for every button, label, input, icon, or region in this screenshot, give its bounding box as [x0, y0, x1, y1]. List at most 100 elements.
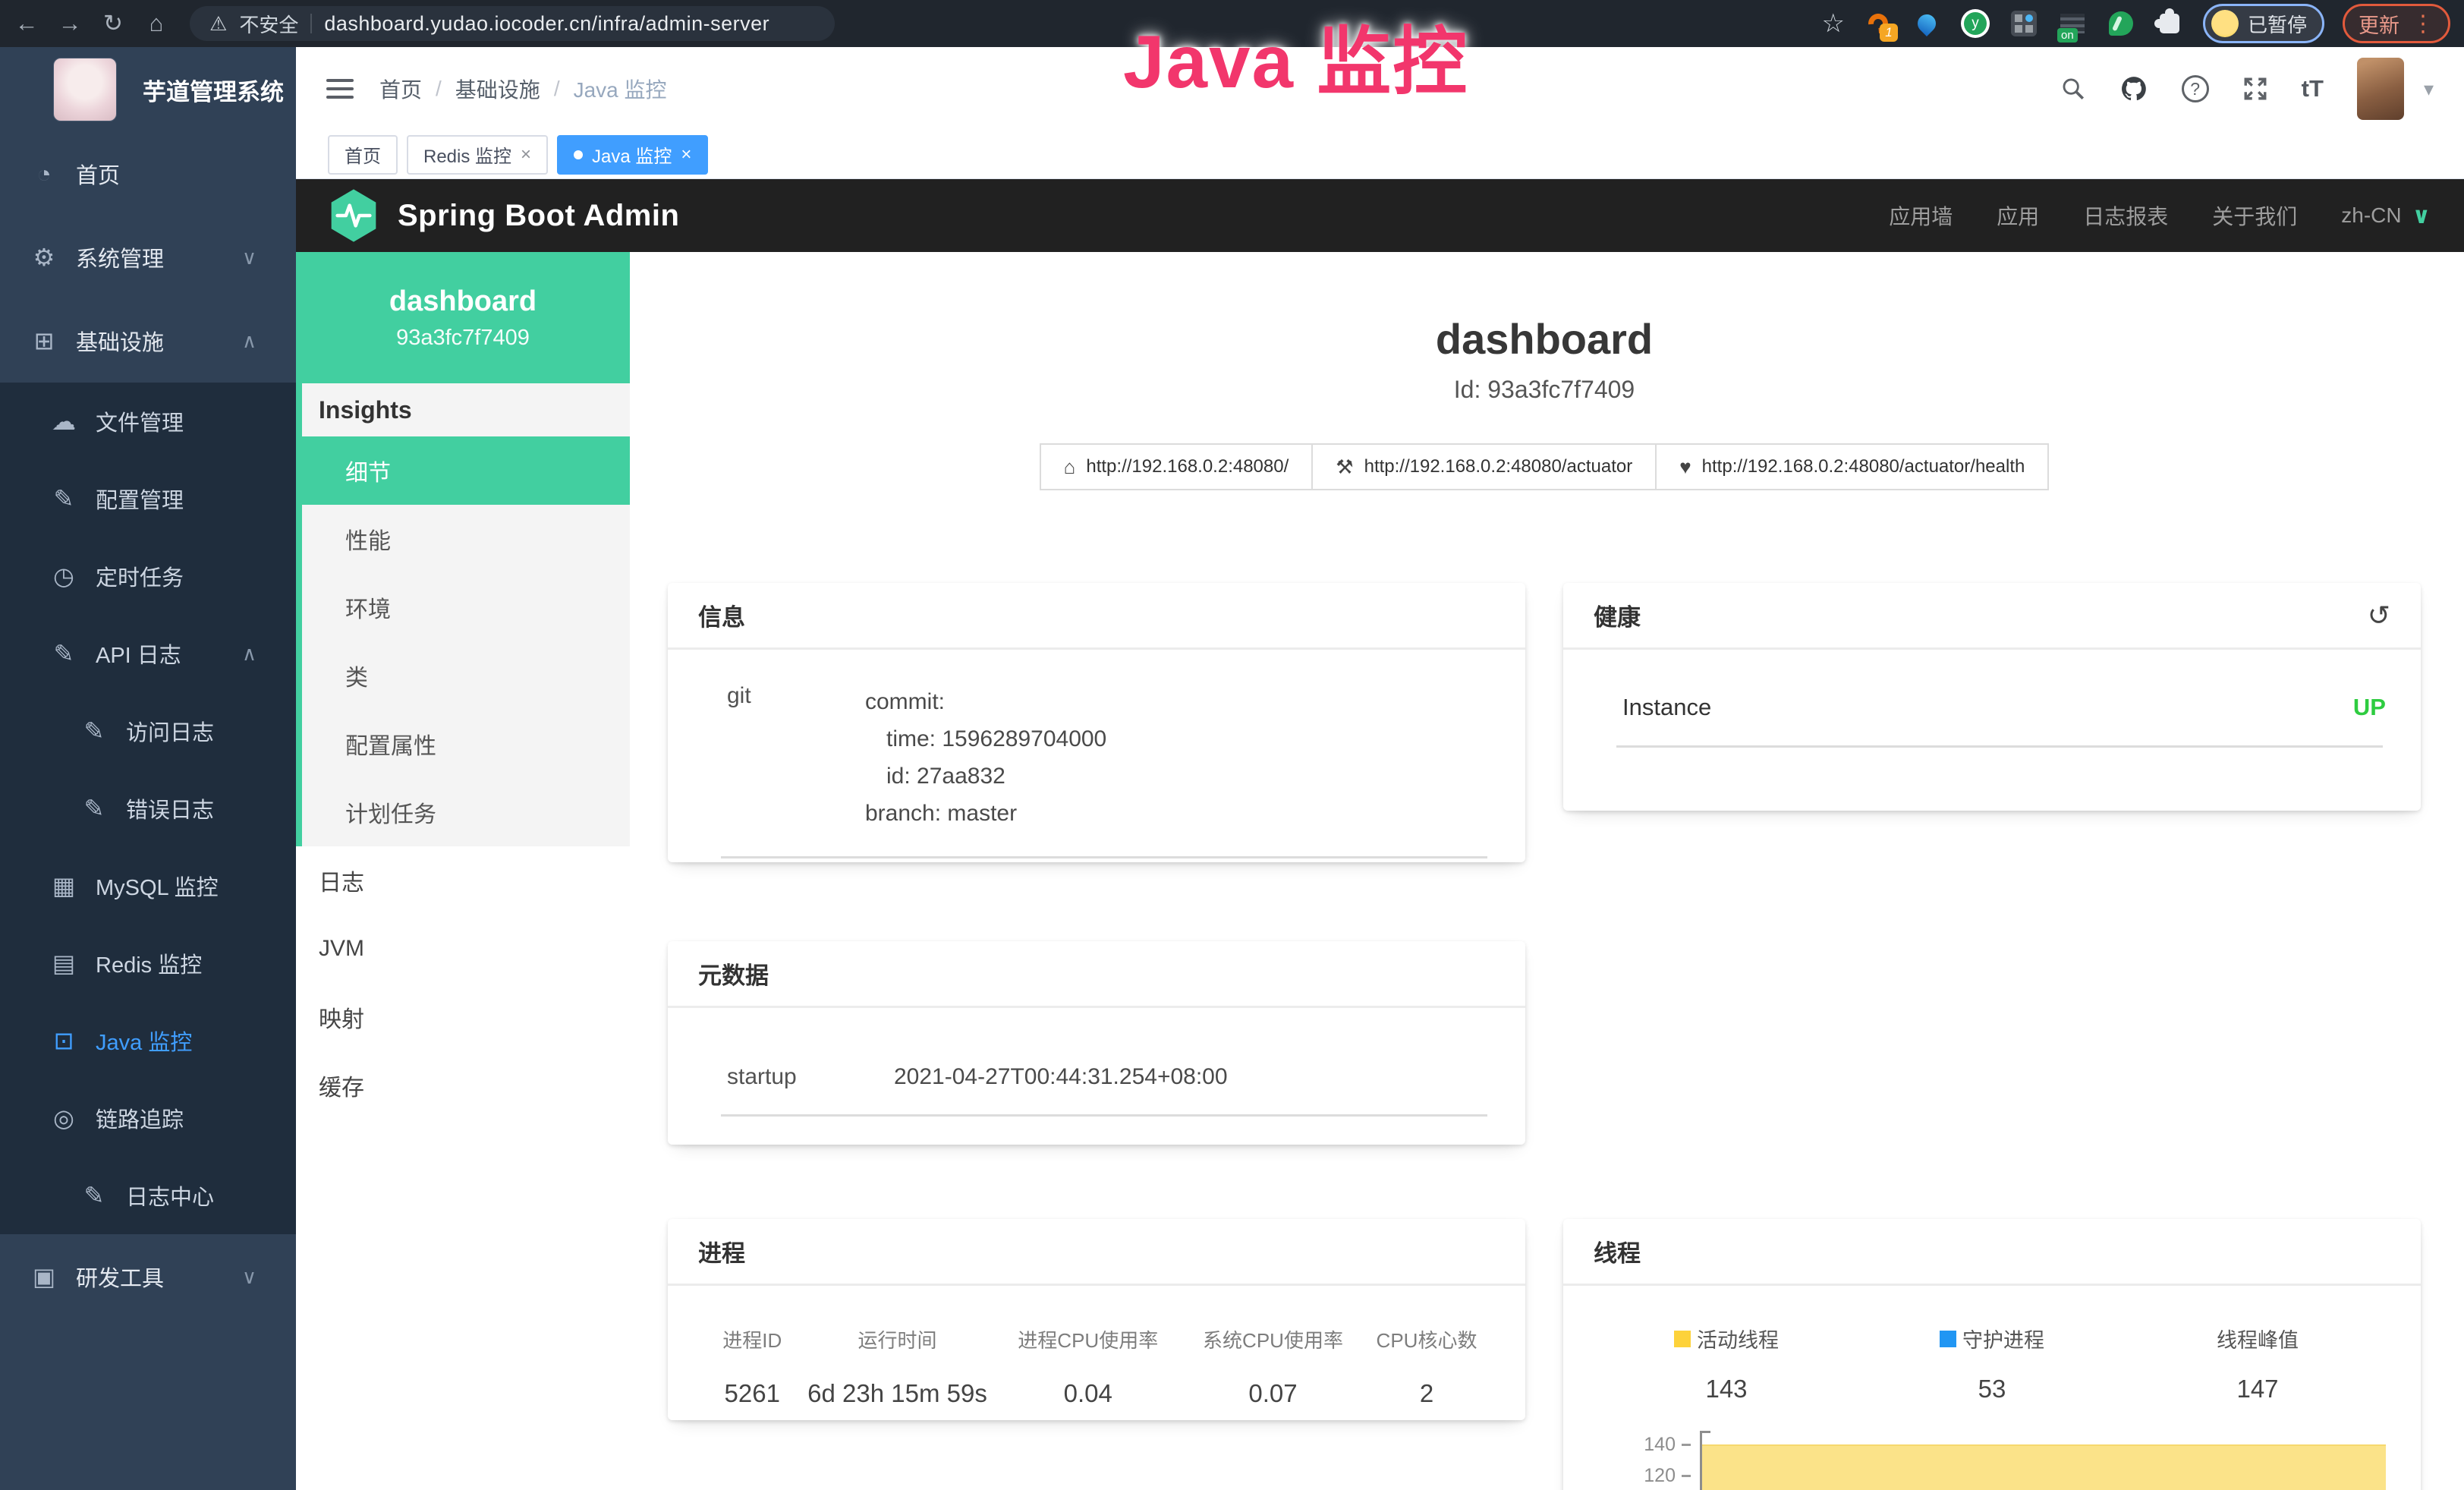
sba-menu: 应用墙 应用 日志报表 关于我们 zh-CN ∨ — [1889, 200, 2431, 231]
chevron-up-icon: ∧ — [242, 642, 256, 666]
avatar-caret-icon[interactable]: ▾ — [2424, 77, 2434, 101]
sba-item-details[interactable]: 细节 — [302, 436, 630, 505]
sidebar-item-java[interactable]: ⊡ Java 监控 — [0, 1002, 296, 1079]
profile-paused-badge[interactable]: 已暂停 — [2203, 4, 2324, 43]
sidebar-item-accesslog[interactable]: ✎ 访问日志 — [0, 692, 296, 770]
user-avatar[interactable] — [2357, 58, 2404, 120]
eye-icon: ◎ — [47, 1104, 80, 1132]
sidebar-item-errorlog[interactable]: ✎ 错误日志 — [0, 770, 296, 847]
sba-menu-applications[interactable]: 应用 — [1997, 200, 2039, 231]
chevron-up-icon: ∧ — [242, 329, 256, 353]
extension-pin-icon[interactable] — [1912, 8, 1942, 39]
sidebar-item-file[interactable]: ☁ 文件管理 — [0, 383, 296, 460]
browser-actions: ☆ 1 y on 已暂停 更新 ⋮ — [1822, 4, 2451, 43]
sidebar-item-trace[interactable]: ◎ 链路追踪 — [0, 1079, 296, 1157]
close-icon[interactable]: × — [681, 144, 691, 165]
breadcrumb-infra[interactable]: 基础设施 — [455, 74, 540, 104]
sba-item-mappings[interactable]: 映射 — [296, 983, 630, 1051]
legend-peak-threads: 线程峰值 147 — [2125, 1324, 2390, 1403]
warning-icon: ⚠ — [209, 12, 227, 36]
health-row-label: Instance — [1622, 694, 1711, 721]
sba-brand[interactable]: Spring Boot Admin — [329, 189, 679, 242]
close-icon[interactable]: × — [521, 144, 531, 165]
sidebar-item-infra[interactable]: ⊞ 基础设施 ∧ — [0, 299, 296, 383]
sba-item-configprops[interactable]: 配置属性 — [302, 710, 630, 778]
annotation-java-monitor: Java 监控 — [1123, 2, 1468, 109]
threads-chart-yaxis: 140 120 100 — [1594, 1429, 1691, 1490]
history-icon[interactable]: ↺ — [2368, 600, 2390, 632]
breadcrumb-home[interactable]: 首页 — [379, 74, 422, 104]
sba-item-classes[interactable]: 类 — [302, 641, 630, 710]
threads-legend: 活动线程 143 守护进程 53 线程峰值 — [1594, 1324, 2390, 1403]
legend-live-threads: 活动线程 143 — [1594, 1324, 1859, 1403]
tags-view-bar: 首页 Redis 监控 × Java 监控 × — [296, 131, 2464, 179]
font-size-icon[interactable]: tT — [2302, 75, 2324, 102]
sba-item-caches[interactable]: 缓存 — [296, 1051, 630, 1120]
sidebar-item-job[interactable]: ◷ 定时任务 — [0, 537, 296, 615]
extension-switch-icon[interactable]: on — [2057, 8, 2088, 39]
help-icon[interactable]: ? — [2182, 75, 2209, 102]
extensions-puzzle-icon[interactable] — [2154, 8, 2185, 39]
browser-home-icon[interactable]: ⌂ — [140, 10, 173, 37]
metadata-card: 元数据 startup 2021-04-27T00:44:31.254+08:0… — [668, 941, 1525, 1145]
breadcrumb-separator: / — [436, 77, 442, 101]
endpoint-health-chip[interactable]: ♥ http://192.168.0.2:48080/actuator/heal… — [1655, 443, 2049, 490]
url-text[interactable]: dashboard.yudao.iocoder.cn/infra/admin-s… — [324, 12, 769, 36]
forward-icon[interactable]: → — [53, 10, 87, 37]
extension-grid-icon[interactable] — [2009, 8, 2039, 39]
right-card-column: 健康 ↺ Instance UP — [1563, 583, 2421, 1490]
sba-item-environment[interactable]: 环境 — [302, 573, 630, 641]
edit-icon: ✎ — [77, 717, 111, 745]
bookmark-star-icon[interactable]: ☆ — [1822, 8, 1845, 39]
tag-tab-redis[interactable]: Redis 监控 × — [407, 135, 548, 175]
sba-navbar: Spring Boot Admin 应用墙 应用 日志报表 关于我们 zh-CN… — [296, 179, 2464, 252]
row-divider — [721, 856, 1487, 858]
hamburger-icon[interactable] — [326, 79, 354, 99]
github-icon[interactable] — [2119, 74, 2148, 103]
app-title: 芋道管理系统 — [143, 73, 284, 107]
tag-tab-java[interactable]: Java 监控 × — [557, 135, 708, 175]
instance-header[interactable]: dashboard 93a3fc7f7409 — [296, 252, 630, 383]
sba-item-jvm[interactable]: JVM — [296, 915, 630, 983]
address-bar[interactable]: ⚠ 不安全 dashboard.yudao.iocoder.cn/infra/a… — [190, 6, 835, 41]
endpoint-actuator-chip[interactable]: ⚒ http://192.168.0.2:48080/actuator — [1311, 443, 1657, 490]
cloud-upload-icon: ☁ — [47, 407, 80, 436]
sba-locale-select[interactable]: zh-CN ∨ — [2341, 203, 2431, 229]
fullscreen-icon[interactable] — [2242, 76, 2268, 102]
app-logo-row[interactable]: 芋道管理系统 — [0, 47, 296, 132]
sidebar-item-apilog[interactable]: ✎ API 日志 ∧ — [0, 615, 296, 692]
chrome-update-button[interactable]: 更新 ⋮ — [2343, 4, 2450, 43]
timer-icon: ◷ — [47, 562, 80, 591]
insights-group: Insights 细节 性能 环境 类 配置属性 计划任务 — [296, 383, 630, 846]
sidebar-item-system[interactable]: ⚙ 系统管理 ∨ — [0, 216, 296, 299]
sba-item-metrics[interactable]: 性能 — [302, 505, 630, 573]
sidebar-item-logcenter[interactable]: ✎ 日志中心 — [0, 1157, 296, 1234]
extension-sync-icon[interactable]: 1 — [1863, 8, 1893, 39]
extension-y-icon[interactable]: y — [1960, 8, 1990, 39]
sidebar-item-config[interactable]: ✎ 配置管理 — [0, 460, 296, 537]
sba-menu-wallboard[interactable]: 应用墙 — [1889, 200, 1953, 231]
breadcrumb-separator: / — [554, 77, 560, 101]
sba-item-logs[interactable]: 日志 — [296, 846, 630, 915]
endpoint-home-chip[interactable]: ⌂ http://192.168.0.2:48080/ — [1040, 443, 1314, 490]
browser-menu-icon[interactable]: ⋮ — [2412, 11, 2434, 37]
extension-leaf-icon[interactable] — [2106, 8, 2136, 39]
tag-tab-home[interactable]: 首页 — [328, 135, 398, 175]
sba-menu-journal[interactable]: 日志报表 — [2083, 200, 2168, 231]
sba-menu-about[interactable]: 关于我们 — [2212, 200, 2297, 231]
wrench-icon: ⚒ — [1336, 455, 1353, 479]
back-icon[interactable]: ← — [10, 10, 43, 37]
sidebar-item-redis[interactable]: ▤ Redis 监控 — [0, 925, 296, 1002]
security-label[interactable]: 不安全 — [239, 10, 298, 38]
sidebar-item-mysql[interactable]: ▦ MySQL 监控 — [0, 847, 296, 925]
sba-main: dashboard Id: 93a3fc7f7409 ⌂ http://192.… — [630, 252, 2464, 1490]
instance-name: dashboard — [389, 285, 537, 318]
search-icon[interactable] — [2060, 76, 2086, 102]
threads-card-title: 线程 — [1594, 1234, 1641, 1268]
sidebar-item-home[interactable]: ◔ 首页 — [0, 132, 296, 216]
instance-title: dashboard — [668, 314, 2421, 364]
sba-item-scheduledtasks[interactable]: 计划任务 — [302, 778, 630, 846]
sidebar-item-devtools[interactable]: ▣ 研发工具 ∨ — [0, 1234, 296, 1319]
reload-icon[interactable]: ↻ — [96, 10, 130, 37]
threads-chart-area — [1702, 1444, 2386, 1490]
